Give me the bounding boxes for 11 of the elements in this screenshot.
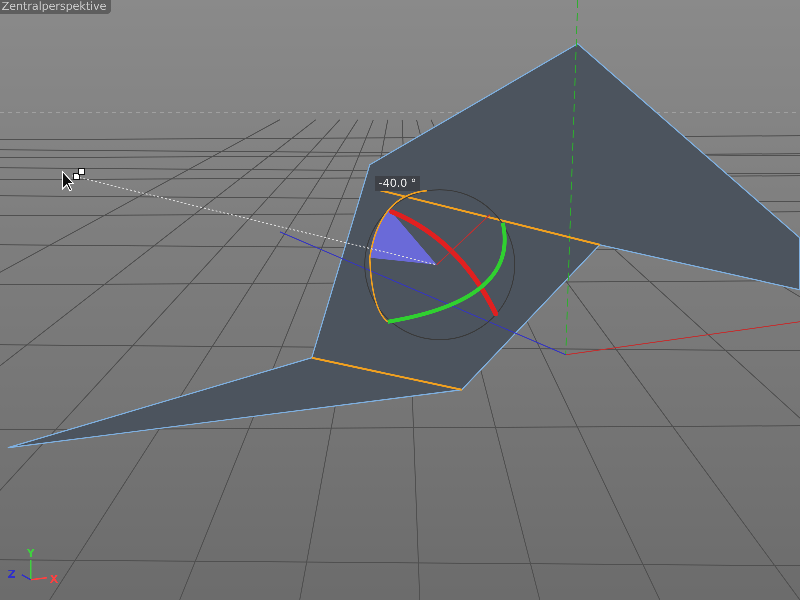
cursor-icon [62, 168, 86, 192]
polygon-object[interactable] [7, 43, 800, 449]
viewport-title: Zentralperspektive [0, 0, 111, 14]
axis-label: Y [27, 547, 35, 560]
axis-indicator-icon [22, 560, 48, 581]
axis-label: X [50, 573, 58, 586]
rotation-gizmo-drawing[interactable] [364, 190, 516, 340]
rotation-readout: -40.0 ° [375, 176, 420, 191]
selected-edge[interactable] [312, 357, 462, 391]
axis-label: Z [8, 568, 16, 581]
selected-edge[interactable] [378, 189, 600, 246]
